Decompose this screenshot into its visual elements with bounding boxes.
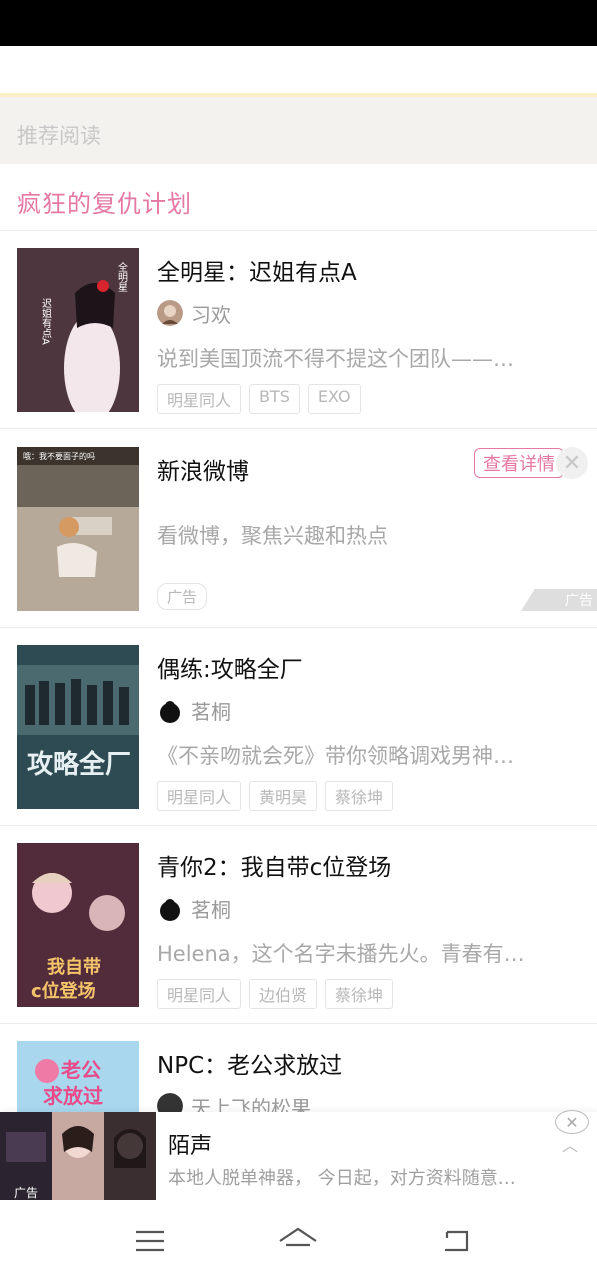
svg-text:全明星: 全明星: [116, 261, 128, 292]
view-details-button[interactable]: 查看详情: [474, 448, 564, 478]
book-item[interactable]: 我自带 c位登场 青你2：我自带c位登场 茗桐 Helena，这个名字未播先火。…: [0, 826, 597, 1024]
tag[interactable]: EXO: [307, 384, 361, 414]
book-cover: 迟姐有点A 全明星: [17, 248, 139, 412]
bottom-ad-description: 本地人脱单神器， 今日起，对方资料随意…: [168, 1168, 516, 1189]
book-author: 茗桐: [157, 894, 231, 922]
book-list-title[interactable]: 疯狂的复仇计划: [0, 164, 597, 231]
close-icon[interactable]: ✕: [556, 447, 588, 479]
bottom-ad-label: 广告: [14, 1186, 39, 1200]
book-description: 说到美国顶流不得不提这个团队——…: [157, 347, 514, 371]
top-blank-area: [0, 46, 597, 93]
section-header: 推荐阅读: [0, 93, 597, 164]
home-icon[interactable]: [278, 1226, 318, 1256]
book-title: NPC：老公求放过: [157, 1053, 343, 1079]
author-avatar: [157, 895, 183, 921]
bottom-ad-title: 陌声: [168, 1134, 213, 1159]
svg-text:我自带: 我自带: [47, 956, 101, 978]
svg-text:迟姐有点A: 迟姐有点A: [40, 297, 52, 345]
book-description: 《不亲吻就会死》带你领略调戏男神…: [157, 744, 514, 768]
ad-title: 新浪微博: [157, 459, 249, 485]
ad-corner-label: 广告: [521, 589, 597, 611]
book-title: 全明星：迟姐有点A: [157, 260, 357, 286]
book-author: 习欢: [157, 299, 231, 327]
ad-item[interactable]: 哦：我不要面子的吗 新浪微博 查看详情 ✕ 看微博，聚焦兴趣和热点 广告 广告: [0, 430, 597, 628]
menu-icon[interactable]: [130, 1226, 170, 1256]
book-tags: 明星同人 边伯贤 蔡徐坤: [157, 979, 394, 1009]
tag[interactable]: 蔡徐坤: [325, 781, 394, 811]
book-description: Helena，这个名字未播先火。青春有…: [157, 942, 525, 966]
book-cover: 攻略全厂: [17, 645, 139, 809]
tag[interactable]: 明星同人: [157, 781, 242, 811]
book-title: 青你2：我自带c位登场: [157, 855, 392, 881]
author-avatar: [157, 697, 183, 723]
svg-text:哦：我不要面子的吗: 哦：我不要面子的吗: [23, 451, 95, 461]
ad-cover: 哦：我不要面子的吗: [17, 447, 139, 611]
section-header-label: 推荐阅读: [17, 124, 101, 148]
book-tags: 明星同人 黄明昊 蔡徐坤: [157, 781, 394, 811]
book-item[interactable]: 迟姐有点A 全明星 全明星：迟姐有点A 习欢 说到美国顶流不得不提这个团队——……: [0, 231, 597, 429]
svg-text:c位登场: c位登场: [31, 980, 96, 1002]
tag[interactable]: 明星同人: [157, 979, 242, 1009]
ad-description: 看微博，聚焦兴趣和热点: [157, 524, 388, 548]
svg-text:求放过: 求放过: [43, 1084, 103, 1108]
system-nav-bar: [0, 1200, 597, 1280]
ad-badge: 广告: [157, 583, 208, 610]
book-author: 茗桐: [157, 696, 231, 724]
book-list-title-label: 疯狂的复仇计划: [17, 190, 192, 218]
tag[interactable]: 边伯贤: [249, 979, 318, 1009]
tag[interactable]: 明星同人: [157, 384, 242, 414]
book-cover: 我自带 c位登场: [17, 843, 139, 1007]
status-bar: [0, 0, 597, 46]
author-avatar: [157, 300, 183, 326]
close-icon[interactable]: ✕: [555, 1110, 589, 1134]
bottom-ad-banner[interactable]: 广告 陌声 本地人脱单神器， 今日起，对方资料随意… ✕ ︿: [0, 1110, 597, 1200]
tag[interactable]: 蔡徐坤: [325, 979, 394, 1009]
chevron-up-icon[interactable]: ︿: [562, 1132, 578, 1156]
book-item[interactable]: 攻略全厂 偶练:攻略全厂 茗桐 《不亲吻就会死》带你领略调戏男神… 明星同人 黄…: [0, 628, 597, 826]
book-tags: 明星同人 BTS EXO: [157, 384, 361, 414]
svg-text:老公: 老公: [61, 1058, 101, 1082]
tag[interactable]: 黄明昊: [249, 781, 318, 811]
svg-text:攻略全厂: 攻略全厂: [27, 749, 131, 780]
book-title: 偶练:攻略全厂: [157, 657, 303, 683]
tag[interactable]: BTS: [249, 384, 300, 414]
back-icon[interactable]: [436, 1226, 476, 1256]
